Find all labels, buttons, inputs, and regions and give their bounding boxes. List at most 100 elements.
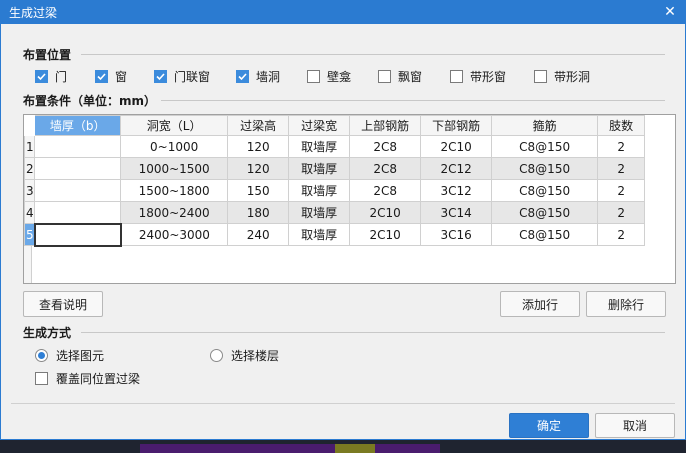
table-cell[interactable]: 2400~3000 (120, 223, 229, 246)
delete-row-button[interactable]: 删除行 (586, 291, 666, 317)
radio-unselected-icon[interactable] (210, 349, 223, 362)
checkbox-icon[interactable] (450, 70, 463, 83)
table-header-row: 墙厚（b） 洞宽（L） 过梁高 过梁宽 上部钢筋 下部钢筋 箍筋 肢数 (24, 115, 646, 136)
row-number[interactable]: 3 (24, 179, 36, 202)
table-cell[interactable]: 2C10 (420, 135, 493, 158)
table-cell[interactable]: 240 (227, 223, 290, 246)
placement-option-strip-opening[interactable]: 带形洞 (534, 68, 590, 85)
table-cell-active[interactable] (33, 222, 122, 247)
table-cell[interactable]: C8@150 (491, 201, 599, 224)
table-cell[interactable]: C8@150 (491, 157, 599, 180)
ok-button[interactable]: 确定 (509, 413, 589, 438)
placement-option-strip-window[interactable]: 带形窗 (450, 68, 534, 85)
checkbox-icon[interactable] (35, 70, 48, 83)
table-cell[interactable]: 2 (597, 157, 646, 180)
generation-divider (81, 332, 665, 333)
radio-select-element[interactable]: 选择图元 (35, 347, 104, 364)
checkbox-icon[interactable] (154, 70, 167, 83)
table-cell[interactable]: C8@150 (491, 135, 599, 158)
table-row[interactable]: 4 1800~2400 180 取墙厚 2C10 3C14 C8@150 2 (24, 201, 646, 224)
column-header-opening-width[interactable]: 洞宽（L） (120, 115, 229, 136)
checkbox-icon[interactable] (534, 70, 547, 83)
view-help-button[interactable]: 查看说明 (23, 291, 103, 317)
row-number[interactable]: 1 (24, 135, 36, 158)
checkbox-icon[interactable] (236, 70, 249, 83)
table-cell[interactable]: 1000~1500 (120, 157, 229, 180)
table-row[interactable]: 3 1500~1800 150 取墙厚 2C8 3C12 C8@150 2 (24, 179, 646, 202)
placement-option-window[interactable]: 窗 (95, 68, 154, 85)
checkbox-icon[interactable] (95, 70, 108, 83)
table-cell[interactable]: 3C16 (420, 223, 493, 246)
table-cell[interactable]: 150 (227, 179, 290, 202)
radio-select-floor[interactable]: 选择楼层 (210, 347, 279, 364)
table-cell[interactable]: 1800~2400 (120, 201, 229, 224)
column-header-lintel-width[interactable]: 过梁宽 (288, 115, 351, 136)
row-number[interactable]: 2 (24, 157, 36, 180)
table-cell[interactable]: 取墙厚 (288, 179, 351, 202)
table-cell[interactable]: 2 (597, 135, 646, 158)
overwrite-checkbox[interactable]: 覆盖同位置过梁 (35, 370, 140, 387)
cancel-button[interactable]: 取消 (595, 413, 675, 438)
table-cell[interactable]: 2C10 (349, 223, 422, 246)
table-cell[interactable]: 0~1000 (120, 135, 229, 158)
close-icon[interactable]: ✕ (661, 3, 679, 21)
column-header-stirrup[interactable]: 箍筋 (491, 115, 599, 136)
table-cell[interactable]: 2C12 (420, 157, 493, 180)
table-cell[interactable]: C8@150 (491, 223, 599, 246)
table-row[interactable]: 5 2400~3000 240 取墙厚 2C10 3C16 C8@150 2 (24, 222, 646, 247)
row-number[interactable]: 5 (24, 223, 36, 246)
table-cell[interactable]: 2C8 (349, 135, 422, 158)
radio-selected-icon[interactable] (35, 349, 48, 362)
column-header-legs[interactable]: 肢数 (597, 115, 646, 136)
add-row-button[interactable]: 添加行 (500, 291, 580, 317)
background-canvas-strip (0, 440, 686, 453)
placement-option-bay-window[interactable]: 飘窗 (378, 68, 450, 85)
column-header-top-rebar[interactable]: 上部钢筋 (349, 115, 422, 136)
column-header-bottom-rebar[interactable]: 下部钢筋 (420, 115, 493, 136)
table-cell[interactable]: 2C10 (349, 201, 422, 224)
checkbox-icon[interactable] (307, 70, 320, 83)
placement-option-label: 带形洞 (554, 70, 591, 84)
table-cell[interactable]: 取墙厚 (288, 201, 351, 224)
table-cell[interactable]: 取墙厚 (288, 135, 351, 158)
table-cell[interactable]: 3C12 (420, 179, 493, 202)
table-cell[interactable]: 120 (227, 135, 290, 158)
column-header-lintel-height[interactable]: 过梁高 (227, 115, 290, 136)
table-cell[interactable] (34, 201, 122, 224)
placement-option-label: 带形窗 (470, 70, 507, 84)
table-cell[interactable]: 2 (597, 201, 646, 224)
table-cell[interactable] (34, 157, 122, 180)
title-bar: 生成过梁 ✕ (1, 1, 685, 24)
placement-option-label: 门联窗 (174, 70, 211, 84)
generation-section-title: 生成方式 (23, 326, 72, 340)
table-cell[interactable]: 2 (597, 223, 646, 246)
dialog-title: 生成过梁 (9, 6, 58, 20)
column-header-wall-thickness[interactable]: 墙厚（b） (34, 115, 122, 136)
conditions-table: 墙厚（b） 洞宽（L） 过梁高 过梁宽 上部钢筋 下部钢筋 箍筋 肢数 1 0~… (24, 115, 646, 247)
table-row[interactable]: 1 0~1000 120 取墙厚 2C8 2C10 C8@150 2 (24, 135, 646, 158)
table-cell[interactable]: 取墙厚 (288, 157, 351, 180)
table-cell[interactable]: 2C8 (349, 157, 422, 180)
table-cell[interactable]: 3C14 (420, 201, 493, 224)
placement-option-niche[interactable]: 壁龛 (307, 68, 378, 85)
placement-option-door[interactable]: 门 (35, 68, 95, 85)
table-cell[interactable]: 取墙厚 (288, 223, 351, 246)
table-cell[interactable]: 120 (227, 157, 290, 180)
checkbox-label: 覆盖同位置过梁 (56, 372, 141, 386)
checkbox-icon[interactable] (378, 70, 391, 83)
table-cell[interactable] (34, 179, 122, 202)
table-cell[interactable] (34, 135, 122, 158)
placement-option-door-window[interactable]: 门联窗 (154, 68, 236, 85)
table-cell[interactable]: 180 (227, 201, 290, 224)
table-cell[interactable]: C8@150 (491, 179, 599, 202)
table-cell[interactable]: 1500~1800 (120, 179, 229, 202)
conditions-section-title: 布置条件（单位：mm） (23, 94, 157, 108)
conditions-grid: 墙厚（b） 洞宽（L） 过梁高 过梁宽 上部钢筋 下部钢筋 箍筋 肢数 1 0~… (23, 114, 676, 284)
table-cell[interactable]: 2 (597, 179, 646, 202)
footer-divider (11, 403, 675, 404)
table-row[interactable]: 2 1000~1500 120 取墙厚 2C8 2C12 C8@150 2 (24, 157, 646, 180)
checkbox-icon[interactable] (35, 372, 48, 385)
row-number[interactable]: 4 (24, 201, 36, 224)
table-cell[interactable]: 2C8 (349, 179, 422, 202)
placement-option-wall-opening[interactable]: 墙洞 (236, 68, 307, 85)
